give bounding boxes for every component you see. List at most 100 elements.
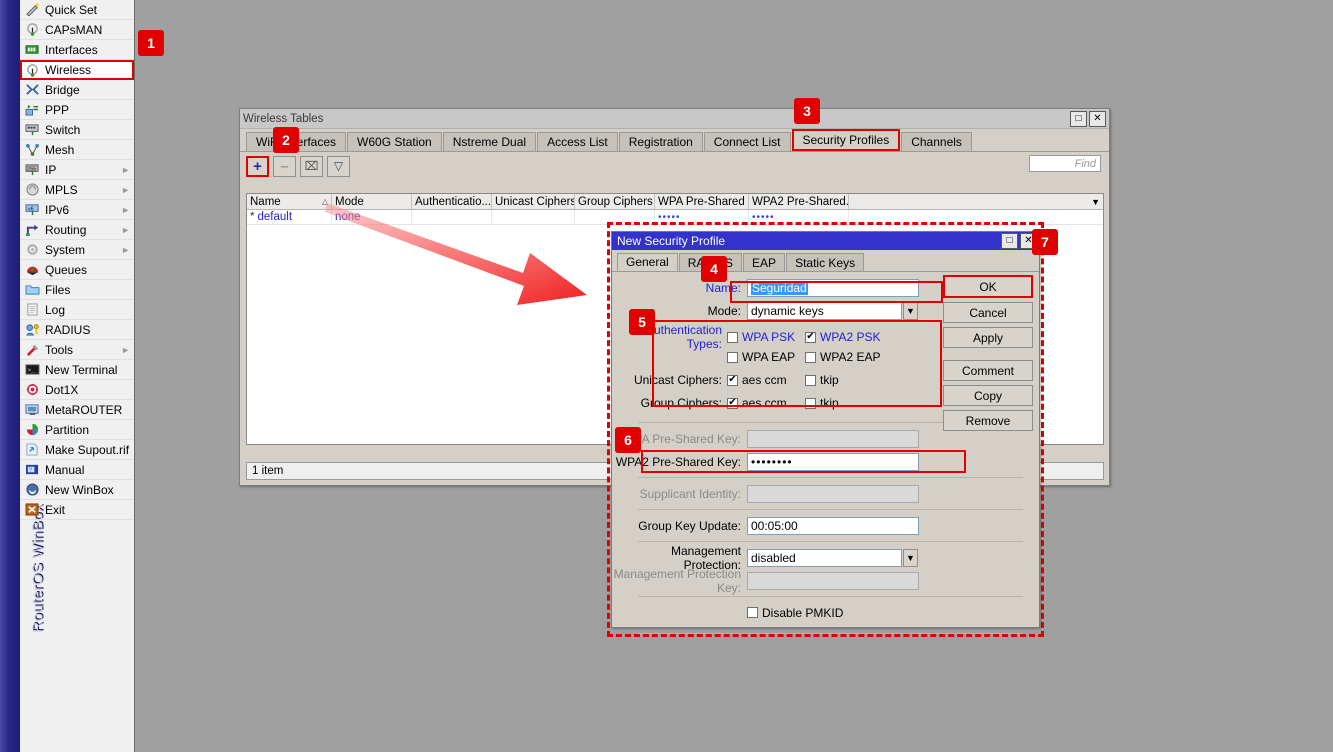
sidebar-item-routing[interactable]: Routing► <box>20 220 134 240</box>
sidebar-item-log[interactable]: Log <box>20 300 134 320</box>
svg-text:>_: >_ <box>28 367 35 373</box>
sidebar-item-partition[interactable]: Partition <box>20 420 134 440</box>
wpa2-psk-row[interactable]: WPA2 Pre-Shared Key: •••••••• <box>612 451 1039 472</box>
sidebar-item-files[interactable]: Files <box>20 280 134 300</box>
tab-access-list[interactable]: Access List <box>537 132 618 151</box>
ok-button[interactable]: OK <box>943 275 1033 298</box>
dialog-button-column[interactable]: OK Cancel Apply Comment Copy Remove <box>943 275 1033 435</box>
column-header[interactable]: Group Ciphers <box>575 194 655 209</box>
sidebar-item-system[interactable]: System► <box>20 240 134 260</box>
chevron-right-icon: ► <box>121 205 130 215</box>
management-protection-key-input <box>747 572 919 590</box>
dot1x-icon <box>24 382 41 397</box>
sidebar-item-label: Dot1X <box>45 384 78 396</box>
annotation-badge-4: 4 <box>701 256 727 282</box>
sidebar-item-new-terminal[interactable]: >_New Terminal <box>20 360 134 380</box>
ppp-icon <box>24 102 41 117</box>
chevron-down-icon[interactable]: ▼ <box>903 302 918 320</box>
disable-pmkid-row[interactable]: Disable PMKID <box>612 602 1039 623</box>
column-header[interactable]: Authenticatio... <box>412 194 492 209</box>
management-protection-row[interactable]: Management Protection: disabled ▼ <box>612 547 1039 568</box>
dialog-tab-eap[interactable]: EAP <box>743 253 785 271</box>
sidebar-item-radius[interactable]: RADIUS <box>20 320 134 340</box>
close-icon[interactable]: ✕ <box>1089 111 1106 127</box>
column-header[interactable]: Mode <box>332 194 412 209</box>
comment-button[interactable]: ⌧ <box>300 156 323 177</box>
sidebar-item-new-winbox[interactable]: New WinBox <box>20 480 134 500</box>
filter-button-glyph: ▽ <box>334 160 343 172</box>
sidebar-item-queues[interactable]: Queues <box>20 260 134 280</box>
sidebar-item-metarouter[interactable]: MetaROUTER <box>20 400 134 420</box>
sidebar-item-quick-set[interactable]: Quick Set <box>20 0 134 20</box>
filter-button[interactable]: ▽ <box>327 156 350 177</box>
tab-connect-list[interactable]: Connect List <box>704 132 791 151</box>
tab-registration[interactable]: Registration <box>619 132 703 151</box>
dialog-tabbar[interactable]: GeneralRADIUSEAPStatic Keys <box>612 250 1039 272</box>
table-cell: none <box>332 210 412 224</box>
metarouter-icon <box>24 402 41 417</box>
maximize-icon[interactable]: □ <box>1070 111 1087 127</box>
disable-pmkid-checkbox[interactable] <box>747 607 758 618</box>
sidebar-item-capsman[interactable]: CAPsMAN <box>20 20 134 40</box>
sidebar-item-interfaces[interactable]: Interfaces <box>20 40 134 60</box>
sidebar-item-ip[interactable]: 255IP► <box>20 160 134 180</box>
wireless-tables-tabbar[interactable]: WiFi InterfacesW60G StationNstreme DualA… <box>240 129 1109 152</box>
wireless-tables-toolbar[interactable]: +–⌧▽Find <box>240 152 1109 180</box>
sidebar-item-label: Tools <box>45 344 73 356</box>
sidebar-item-tools[interactable]: Tools► <box>20 340 134 360</box>
sidebar-item-ppp[interactable]: PPP <box>20 100 134 120</box>
dialog-tab-general[interactable]: General <box>617 253 678 271</box>
group-key-update-input[interactable]: 00:05:00 <box>747 517 919 535</box>
sidebar-item-manual[interactable]: ?Manual <box>20 460 134 480</box>
tab-nstreme-dual[interactable]: Nstreme Dual <box>443 132 536 151</box>
sidebar-menu[interactable]: Quick Set CAPsMANInterfacesWirelessBridge… <box>20 0 134 520</box>
sort-indicator-icon: △ <box>322 197 328 206</box>
copy-button[interactable]: Copy <box>943 385 1033 406</box>
column-options-button[interactable]: ▼ <box>849 194 1103 209</box>
table-cell-value: default <box>257 211 292 223</box>
supplicant-identity-row[interactable]: Supplicant Identity: <box>612 483 1039 504</box>
tab-w60g-station[interactable]: W60G Station <box>347 132 442 151</box>
new-security-profile-dialog[interactable]: New Security Profile □ ✕ GeneralRADIUSEA… <box>611 231 1040 628</box>
group-key-update-row[interactable]: Group Key Update: 00:05:00 <box>612 515 1039 536</box>
dialog-maximize-icon[interactable]: □ <box>1001 233 1018 249</box>
sidebar-item-ipv6[interactable]: v6IPv6► <box>20 200 134 220</box>
management-protection-key-label: Management Protection Key: <box>612 567 747 595</box>
wpa-psk-input <box>747 430 919 448</box>
find-input[interactable]: Find <box>1029 155 1101 172</box>
divider-3 <box>638 509 1023 510</box>
supout-icon <box>24 442 41 457</box>
remove-button[interactable]: Remove <box>943 410 1033 431</box>
sidebar-item-wireless[interactable]: Wireless <box>20 60 134 80</box>
tab-channels[interactable]: Channels <box>901 132 972 151</box>
sidebar-item-switch[interactable]: Switch <box>20 120 134 140</box>
routing-icon <box>24 222 41 237</box>
cancel-button[interactable]: Cancel <box>943 302 1033 323</box>
dialog-tab-static-keys[interactable]: Static Keys <box>786 253 864 271</box>
sidebar-item-make-supout-rif[interactable]: Make Supout.rif <box>20 440 134 460</box>
table-header[interactable]: Name△ModeAuthenticatio...Unicast Ciphers… <box>247 194 1103 210</box>
chevron-down-icon-2[interactable]: ▼ <box>903 549 918 567</box>
sidebar-item-label: Quick Set <box>45 4 97 16</box>
management-protection-select[interactable]: disabled <box>747 549 902 567</box>
management-protection-key-row[interactable]: Management Protection Key: <box>612 570 1039 591</box>
sidebar-item-exit[interactable]: Exit <box>20 500 134 520</box>
sidebar-item-mesh[interactable]: Mesh <box>20 140 134 160</box>
column-header-label: Authenticatio... <box>415 196 491 208</box>
sidebar-item-bridge[interactable]: Bridge <box>20 80 134 100</box>
wpa2-psk-input[interactable]: •••••••• <box>747 453 919 471</box>
column-header[interactable]: WPA Pre-Shared ... <box>655 194 749 209</box>
sidebar-item-dot1x[interactable]: Dot1X <box>20 380 134 400</box>
column-header[interactable]: Unicast Ciphers <box>492 194 575 209</box>
name-input[interactable]: Seguridad <box>747 279 919 297</box>
column-header[interactable]: Name△ <box>247 194 332 209</box>
tab-security-profiles[interactable]: Security Profiles <box>792 129 901 151</box>
sidebar-item-label: IPv6 <box>45 204 69 216</box>
sidebar-item-mpls[interactable]: MPLS► <box>20 180 134 200</box>
column-header[interactable]: WPA2 Pre-Shared... <box>749 194 849 209</box>
apply-button[interactable]: Apply <box>943 327 1033 348</box>
comment-button[interactable]: Comment <box>943 360 1033 381</box>
mode-select[interactable]: dynamic keys <box>747 302 902 320</box>
table-cell <box>412 210 492 224</box>
add-button[interactable]: + <box>246 156 269 177</box>
